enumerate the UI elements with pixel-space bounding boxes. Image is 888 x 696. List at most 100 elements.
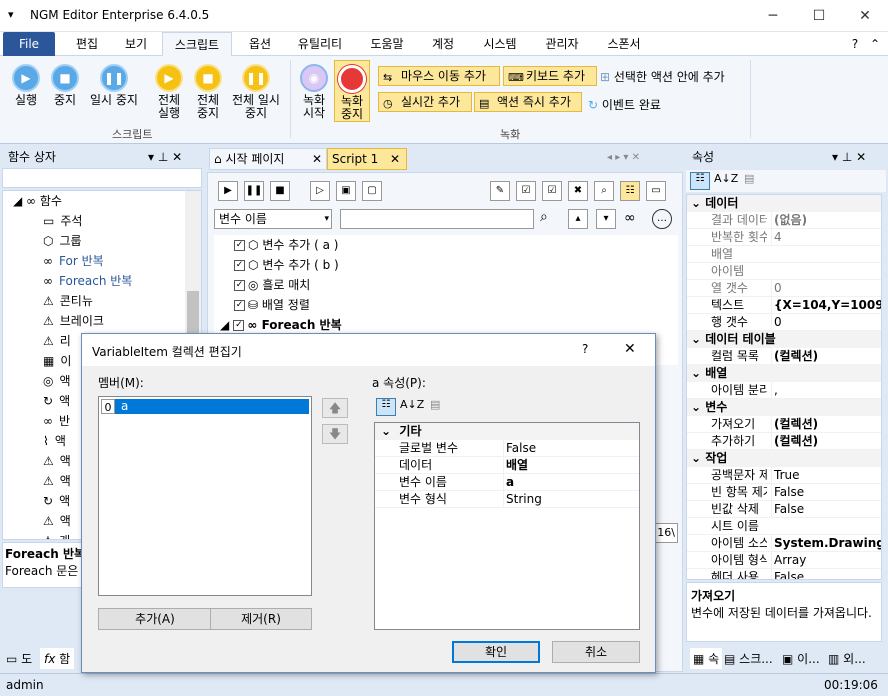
tab-properties[interactable]: ▦ 속 — [690, 648, 723, 669]
function-item[interactable]: ⬡ 그룹 — [3, 231, 201, 251]
members-list[interactable]: 0 a — [98, 396, 312, 596]
tab-start-page[interactable]: ⌂ 시작 페이지 ✕ — [209, 148, 327, 170]
tab-image[interactable]: ▣ 이... — [782, 650, 820, 667]
app-menu-icon[interactable]: ▾ — [8, 8, 14, 21]
action-item[interactable]: ◢ ✓ ∞ Foreach 반복 — [214, 315, 678, 335]
categorized-icon[interactable]: ☷ — [690, 172, 710, 190]
close-tab-icon[interactable]: ✕ — [312, 149, 322, 169]
minimize-button[interactable]: ─ — [750, 0, 796, 32]
play-icon[interactable]: ▶ — [218, 181, 238, 201]
search-icon[interactable]: ⌕ — [540, 209, 548, 225]
menu-account[interactable]: 계정 — [420, 32, 466, 56]
add-button[interactable]: 추가(A) — [98, 608, 212, 630]
property-row[interactable]: 텍스트 {X=104,Y=1009} — [687, 297, 881, 314]
tab-doc[interactable]: ▭ 도 — [6, 650, 32, 667]
function-item[interactable]: ⚠ 콘티뉴 — [3, 291, 201, 311]
property-row[interactable]: 아이템 형식 Array — [687, 552, 881, 569]
tab-script[interactable]: ▤ 스크... — [724, 650, 773, 667]
property-pages-icon[interactable]: ▤ — [744, 172, 754, 185]
property-value[interactable]: False — [771, 569, 881, 579]
run-button[interactable]: ▶ 실행 — [8, 64, 44, 107]
property-category[interactable]: ⌄ 배열 — [687, 365, 881, 382]
property-value[interactable]: False — [503, 440, 536, 457]
checkbox[interactable]: ✓ — [233, 320, 245, 331]
property-category[interactable]: ⌄ 데이터 — [687, 195, 881, 212]
property-value[interactable]: System.Drawing — [771, 535, 881, 552]
property-value[interactable]: False — [771, 484, 881, 501]
run-all-button[interactable]: ▶ 전체 실행 — [150, 64, 188, 120]
menu-admin[interactable]: 관리자 — [532, 32, 592, 56]
tab-script-1[interactable]: Script 1 ✕ — [327, 148, 407, 170]
tab-functions[interactable]: fx 함 — [40, 648, 75, 669]
categorized-icon[interactable]: ☷ — [376, 398, 396, 416]
function-item[interactable]: ⚠ 브레이크 — [3, 311, 201, 331]
arrow-down-icon[interactable]: ▾ — [596, 209, 616, 229]
close-button[interactable]: ✕ — [842, 0, 888, 32]
property-row[interactable]: 시트 이름 — [687, 518, 881, 535]
tree-root[interactable]: ◢ ∞ 함수 — [3, 191, 201, 211]
property-row[interactable]: 추가하기 (컬렉션) — [687, 433, 881, 450]
stop-icon[interactable]: ■ — [270, 181, 290, 201]
property-row[interactable]: 열 갯수 0 — [687, 280, 881, 297]
property-row[interactable]: 반복한 횟수 4 — [687, 229, 881, 246]
property-value[interactable]: 0 — [771, 314, 881, 331]
move-up-button[interactable]: 🡅 — [322, 398, 348, 418]
action-item[interactable]: ✓ ◎ 흘로 매치 — [214, 275, 678, 295]
property-row[interactable]: 결과 데이터 (없음) — [687, 212, 881, 229]
property-value[interactable]: Array — [771, 552, 881, 569]
menu-view[interactable]: 보기 — [112, 32, 160, 56]
property-value[interactable]: True — [771, 467, 881, 484]
menu-file[interactable]: File — [3, 32, 55, 56]
step-icon[interactable]: ▷ — [310, 181, 330, 201]
function-item[interactable]: ∞ For 반복 — [3, 251, 201, 271]
sort-az-icon[interactable]: A↓Z — [400, 398, 424, 411]
property-category[interactable]: ⌄ 기타 — [375, 423, 639, 440]
dialog-property-row[interactable]: 데이터 배열 — [375, 457, 639, 474]
delete-icon[interactable]: ✖ — [568, 181, 588, 201]
edit-icon[interactable]: ✎ — [490, 181, 510, 201]
property-row[interactable]: 빈 항목 제거 False — [687, 484, 881, 501]
property-row[interactable]: 헤더 사용 False — [687, 569, 881, 579]
member-item[interactable]: 0 a — [101, 399, 309, 414]
variable-search-input[interactable] — [340, 209, 534, 229]
step-over-icon[interactable]: ▢ — [362, 181, 382, 201]
property-value[interactable]: a — [503, 474, 514, 491]
record-start-button[interactable]: ◉ 녹화 시작 — [296, 64, 332, 120]
property-value[interactable]: 0 — [771, 280, 881, 297]
property-category[interactable]: ⌄ 데이터 테이블 — [687, 331, 881, 348]
ok-button[interactable]: 확인 — [452, 641, 540, 663]
stop-button[interactable]: ■ 중지 — [48, 64, 82, 107]
property-row[interactable]: 행 갯수 0 — [687, 314, 881, 331]
menu-utility[interactable]: 유틸리티 — [288, 32, 352, 56]
property-value[interactable]: 배열 — [503, 457, 528, 474]
action-item[interactable]: ✓ ⛁ 배열 정렬 — [214, 295, 678, 315]
checkbox[interactable]: ✓ — [234, 260, 245, 271]
record-stop-button[interactable]: 녹화 중지 — [334, 60, 370, 122]
add-immediate-button[interactable]: ▤ 액션 즉시 추가 — [474, 92, 582, 112]
checkbox[interactable]: ✓ — [234, 280, 245, 291]
menu-sponsor[interactable]: 스폰서 — [596, 32, 652, 56]
property-value[interactable]: (없음) — [771, 212, 881, 229]
collapse-ribbon-icon[interactable]: ⌃ — [866, 32, 884, 56]
property-value[interactable]: {X=104,Y=1009} — [771, 297, 881, 314]
property-row[interactable]: 가져오기 (컬렉션) — [687, 416, 881, 433]
add-keyboard-button[interactable]: ⌨ 키보드 추가 — [503, 66, 597, 86]
tab-external[interactable]: ▥ 외... — [828, 650, 866, 667]
property-value[interactable]: String — [503, 491, 542, 508]
arrow-up-icon[interactable]: ▴ — [568, 209, 588, 229]
menu-system[interactable]: 시스템 — [472, 32, 528, 56]
remove-button[interactable]: 제거(R) — [210, 608, 312, 630]
pause-icon[interactable]: ❚❚ — [244, 181, 264, 201]
property-category[interactable]: ⌄ 변수 — [687, 399, 881, 416]
add-realtime-button[interactable]: ◷ 실시간 추가 — [378, 92, 472, 112]
cancel-button[interactable]: 취소 — [552, 641, 640, 663]
property-row[interactable]: 아이템 — [687, 263, 881, 280]
property-value[interactable]: (컬렉션) — [771, 433, 881, 450]
dialog-property-row[interactable]: 글로벌 변수 False — [375, 440, 639, 457]
dialog-property-row[interactable]: 변수 이름 a — [375, 474, 639, 491]
property-value[interactable]: False — [771, 501, 881, 518]
dialog-property-row[interactable]: 변수 형식 String — [375, 491, 639, 508]
check-icon[interactable]: ☑ — [542, 181, 562, 201]
pause-all-button[interactable]: ❚❚ 전체 일시 중지 — [228, 64, 284, 120]
variable-select[interactable]: 변수 이름 ▾ — [214, 209, 332, 229]
